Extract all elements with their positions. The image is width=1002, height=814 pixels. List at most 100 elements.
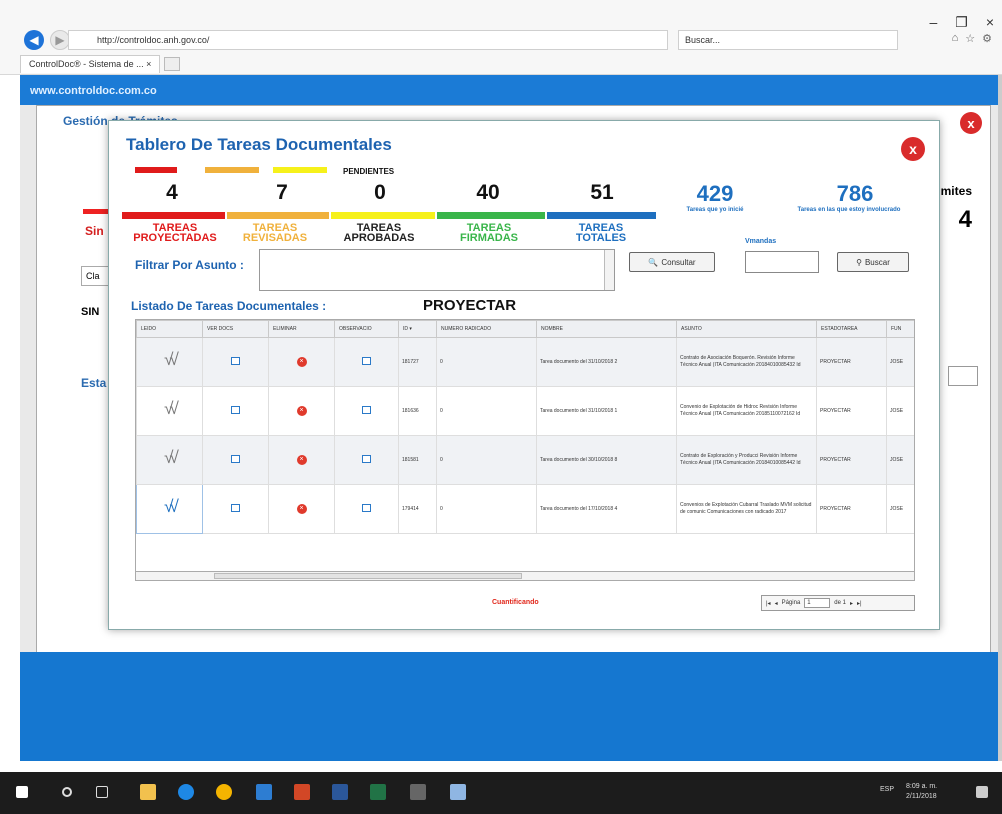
search-taskbar-icon[interactable] (62, 787, 72, 797)
word-icon[interactable] (332, 784, 348, 800)
start-icon[interactable] (16, 786, 28, 798)
close-window-button[interactable]: × (986, 14, 994, 31)
view-docs-icon[interactable] (231, 356, 240, 365)
label-aprobadas-line2: APROBADAS (343, 232, 415, 244)
view-docs-icon[interactable] (231, 503, 240, 512)
table-row[interactable]: √√ × 179414 0 Tarea documento del 17/10/… (136, 484, 914, 534)
col-fun[interactable]: FUN (886, 320, 914, 338)
bar-aprobadas (331, 212, 435, 219)
back-icon[interactable]: ◀ (24, 30, 44, 50)
kpi-involved-value[interactable]: 786 (815, 181, 895, 207)
settings-icon[interactable]: ⚙ (982, 32, 992, 45)
count-firmadas: 40 (476, 181, 500, 204)
label-proyectadas[interactable]: TAREAS PROYECTADAS (125, 223, 225, 244)
favorites-icon[interactable]: ☆ (965, 32, 975, 45)
vmandas-input[interactable] (745, 251, 819, 273)
modal-close-icon[interactable]: x (901, 137, 925, 161)
label-revisadas[interactable]: TAREAS REVISADAS (225, 223, 325, 244)
modal-title: Tablero De Tareas Documentales (126, 135, 392, 154)
new-tab-button[interactable] (164, 57, 181, 71)
last-page-button[interactable]: ▸| (857, 600, 862, 607)
consult-button[interactable]: 🔍 Consultar (629, 252, 715, 272)
app-icon[interactable] (256, 784, 272, 800)
col-nombre[interactable]: NOMBRE (536, 320, 677, 338)
col-id[interactable]: ID ▾ (398, 320, 437, 338)
address-bar[interactable]: http://controldoc.anh.gov.co/ (68, 30, 668, 50)
col-numero-radicado[interactable]: NUMERO RADICADO (436, 320, 537, 338)
filter-subject-textarea[interactable] (259, 249, 615, 291)
col-ver-docs[interactable]: VER DOCS (202, 320, 269, 338)
prev-page-button[interactable]: ◂ (775, 600, 778, 607)
col-leido[interactable]: LEIDO (136, 320, 203, 338)
read-check-icon[interactable]: √√ (164, 399, 179, 418)
edge-icon[interactable] (178, 784, 194, 800)
view-docs-icon[interactable] (231, 454, 240, 463)
table-h-scroll-thumb[interactable] (214, 573, 522, 579)
table-row[interactable]: √√ × 181727 0 Tarea documento del 31/10/… (136, 337, 914, 387)
delete-icon[interactable]: × (296, 406, 307, 416)
minimize-button[interactable]: – (929, 14, 937, 31)
restore-button[interactable]: ❐ (955, 14, 968, 31)
panel-sin-label: Sin (85, 224, 104, 238)
first-page-button[interactable]: |◂ (766, 600, 771, 607)
page-input[interactable]: 1 (804, 598, 831, 608)
notification-icon[interactable] (976, 786, 988, 798)
browser-toolbar: – ❐ × ◀ ▶ http://controldoc.anh.gov.co/ … (0, 0, 1002, 75)
count-totales: 51 (590, 181, 614, 204)
label-totales[interactable]: TAREAS TOTALES (551, 223, 651, 244)
home-icon[interactable]: ⌂ (952, 32, 959, 45)
cell-asunto: Convenio de Explotación de Hidroc Revisi… (676, 386, 817, 436)
filter-label: Filtrar Por Asunto : (135, 258, 244, 272)
col-estado-tarea[interactable]: ESTADOTAREA (816, 320, 887, 338)
pending-bar-orange (205, 167, 259, 173)
delete-icon[interactable]: × (296, 357, 307, 367)
col-asunto[interactable]: ASUNTO (676, 320, 817, 338)
page-of-label: de 1 (834, 600, 846, 606)
chrome-icon[interactable] (216, 784, 232, 800)
observation-icon[interactable] (362, 405, 371, 414)
col-observacion[interactable]: OBSERVACIO (334, 320, 399, 338)
read-check-icon[interactable]: √√ (164, 448, 179, 467)
language-indicator[interactable]: ESP (880, 786, 894, 793)
col-eliminar[interactable]: ELIMINAR (268, 320, 335, 338)
table-h-scrollbar[interactable] (135, 571, 915, 581)
view-docs-icon[interactable] (231, 405, 240, 414)
clock[interactable]: 8:09 a. m. 2/11/2018 (906, 782, 937, 802)
cell-asunto: Convenios de Explotación Cubarral Trasla… (676, 484, 817, 534)
page-footer-band (20, 652, 998, 761)
site-banner-text: www.controldoc.com.co (30, 85, 157, 97)
buscar-button-label: Buscar (864, 257, 890, 267)
table-row[interactable]: √√ × 181581 0 Tarea documento del 30/10/… (136, 435, 914, 485)
forward-icon[interactable]: ▶ (50, 30, 70, 50)
paint-icon[interactable] (450, 784, 466, 800)
search-input[interactable]: Buscar... (678, 30, 898, 50)
table-row[interactable]: √√ × 181636 0 Tarea documento del 31/10/… (136, 386, 914, 436)
cell-estado: PROYECTAR (816, 337, 887, 387)
page-scrollbar[interactable] (998, 75, 1002, 761)
file-explorer-icon[interactable] (140, 784, 156, 800)
observation-icon[interactable] (362, 454, 371, 463)
label-firmadas[interactable]: TAREAS FIRMADAS (439, 223, 539, 244)
powerpoint-icon[interactable] (294, 784, 310, 800)
delete-icon[interactable]: × (296, 504, 307, 514)
read-check-icon[interactable]: √√ (164, 497, 179, 516)
tab-controldoc[interactable]: ControlDoc® - Sistema de ... × (20, 55, 161, 73)
cell-fun: JOSE (886, 337, 914, 387)
search-icon: 🔍 (648, 257, 659, 267)
filter-scrollbar[interactable] (604, 250, 614, 290)
next-page-button[interactable]: ▸ (850, 600, 853, 607)
panel-close-icon[interactable]: x (960, 112, 982, 134)
calculator-icon[interactable] (410, 784, 426, 800)
read-check-icon[interactable]: √√ (164, 350, 179, 369)
cell-id: 179414 (398, 484, 437, 534)
delete-icon[interactable]: × (296, 455, 307, 465)
task-table: LEIDO VER DOCS ELIMINAR OBSERVACIO ID ▾ … (135, 319, 915, 579)
task-view-icon[interactable] (96, 786, 108, 798)
panel-side-button[interactable] (948, 366, 978, 386)
kpi-initiated-value[interactable]: 429 (675, 181, 755, 207)
observation-icon[interactable] (362, 356, 371, 365)
buscar-button[interactable]: ⚲ Buscar (837, 252, 909, 272)
excel-icon[interactable] (370, 784, 386, 800)
label-aprobadas[interactable]: TAREAS APROBADAS (329, 223, 429, 244)
observation-icon[interactable] (362, 503, 371, 512)
